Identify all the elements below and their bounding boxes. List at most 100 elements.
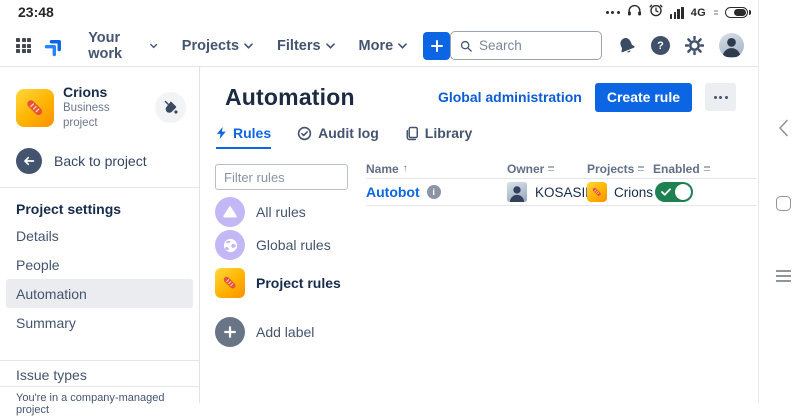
tab-library[interactable]: Library xyxy=(405,125,472,149)
nav-item-filters[interactable]: Filters xyxy=(277,38,335,54)
alarm-clock-icon xyxy=(649,3,663,22)
library-pages-icon xyxy=(406,126,418,140)
project-avatar-icon xyxy=(215,268,245,298)
rule-group-label: Add label xyxy=(256,324,315,340)
network-sub-icon xyxy=(714,10,718,15)
nav-item-projects[interactable]: Projects xyxy=(182,38,253,54)
back-arrow-icon xyxy=(16,148,42,174)
tab-rules[interactable]: Rules xyxy=(216,125,272,149)
project-name: Crions xyxy=(614,184,654,200)
nav-item-label: Projects xyxy=(181,37,240,54)
chevron-down-icon xyxy=(325,42,335,49)
app-switcher-icon[interactable] xyxy=(16,37,32,54)
help-icon[interactable]: ? xyxy=(651,36,670,55)
globe-icon xyxy=(215,230,245,260)
column-header-owner[interactable]: Owner xyxy=(507,162,587,176)
plus-icon xyxy=(430,39,443,52)
rule-link[interactable]: Autobot xyxy=(366,184,420,200)
sidebar-item-details[interactable]: Details xyxy=(0,221,199,250)
search-box[interactable] xyxy=(450,31,602,60)
rule-group-global-rules[interactable]: Global rules xyxy=(215,230,375,260)
enabled-toggle[interactable] xyxy=(655,182,693,202)
rule-group-list: All rules Global rules Project rules Add… xyxy=(215,197,375,347)
tab-bar: Rules Audit log Library xyxy=(216,125,472,149)
nav-item-your-work[interactable]: Your work xyxy=(88,30,158,62)
top-navigation-bar: Your work Projects Filters More Search ? xyxy=(0,25,758,67)
nav-right-group: ? xyxy=(450,31,744,60)
project-title-group: Crions Business project xyxy=(63,84,146,131)
info-icon[interactable]: i xyxy=(426,185,441,199)
create-rule-button[interactable]: Create rule xyxy=(594,82,692,112)
rule-group-label: All rules xyxy=(256,204,306,220)
status-bar: 23:48 4G xyxy=(0,0,806,25)
column-label: Enabled xyxy=(653,161,700,176)
nav-menus: Your work Projects Filters More xyxy=(88,30,408,62)
signal-strength-icon xyxy=(669,6,684,19)
nav-item-label: Your work xyxy=(88,29,123,62)
search-icon xyxy=(460,40,472,52)
sidebar-section-title: Project settings xyxy=(16,201,122,217)
square-icon xyxy=(775,196,791,211)
sort-icon xyxy=(703,166,710,171)
network-type-label: 4G xyxy=(690,6,706,19)
main-content: Automation Global administration Create … xyxy=(201,67,758,403)
user-avatar[interactable] xyxy=(719,33,744,58)
jira-logo-icon[interactable] xyxy=(44,35,66,57)
sidebar-item-summary[interactable]: Summary xyxy=(0,308,199,337)
more-options-button[interactable] xyxy=(705,83,736,111)
owner-cell: KOSASIH xyxy=(507,182,595,202)
lightning-icon xyxy=(216,126,226,140)
enabled-cell xyxy=(653,182,756,202)
search-input[interactable] xyxy=(478,38,592,53)
settings-gear-icon[interactable] xyxy=(685,36,704,55)
sidebar-item-people[interactable]: People xyxy=(0,250,199,279)
android-back-button[interactable] xyxy=(759,118,806,138)
notifications-bell-icon[interactable] xyxy=(617,36,636,55)
toggle-knob xyxy=(675,184,691,200)
project-type: Business project xyxy=(63,102,110,129)
sidebar-item-automation[interactable]: Automation xyxy=(6,279,193,308)
chevron-left-icon xyxy=(779,119,788,137)
add-label-button[interactable]: Add label xyxy=(215,317,375,347)
column-header-enabled[interactable]: Enabled xyxy=(653,162,756,176)
back-label: Back to project xyxy=(54,153,147,169)
check-icon xyxy=(661,188,671,196)
rule-group-label: Global rules xyxy=(256,237,331,253)
project-header: Crions Business project xyxy=(0,67,199,131)
nav-left-group: Your work Projects Filters More xyxy=(16,30,450,62)
global-administration-link[interactable]: Global administration xyxy=(438,89,582,105)
theme-button[interactable] xyxy=(155,92,186,123)
tab-audit-log[interactable]: Audit log xyxy=(297,125,379,149)
nav-item-label: Filters xyxy=(277,37,321,54)
android-navigation-bar xyxy=(758,0,806,403)
all-rules-icon xyxy=(215,197,245,227)
notification-dots-icon xyxy=(605,11,620,14)
create-button[interactable] xyxy=(423,31,450,60)
rule-group-project-rules[interactable]: Project rules xyxy=(215,268,375,298)
sidebar-item-label: People xyxy=(16,256,60,273)
nav-item-label: More xyxy=(358,37,394,54)
clock-time: 23:48 xyxy=(18,4,54,20)
android-recents-button[interactable] xyxy=(759,270,806,282)
battery-icon xyxy=(725,6,752,19)
project-sidebar: Crions Business project Back to project … xyxy=(0,67,200,416)
project-avatar-icon xyxy=(587,182,607,202)
projects-cell: Crions xyxy=(587,182,653,202)
rule-group-label: Project rules xyxy=(256,275,341,291)
status-icons: 4G xyxy=(605,0,752,25)
column-header-name[interactable]: Name ↑ xyxy=(366,162,507,176)
filter-rules-input[interactable] xyxy=(215,164,348,190)
project-avatar-icon xyxy=(16,88,54,127)
column-label: Name xyxy=(366,161,399,176)
check-circle-icon xyxy=(297,126,312,140)
rule-group-all-rules[interactable]: All rules xyxy=(215,197,375,227)
back-to-project[interactable]: Back to project xyxy=(0,148,199,174)
android-home-button[interactable] xyxy=(759,196,806,211)
owner-avatar xyxy=(507,182,527,202)
page-title: Automation xyxy=(225,83,355,110)
column-label: Owner xyxy=(507,161,545,176)
sidebar-item-issue-types[interactable]: Issue types xyxy=(0,363,199,386)
nav-item-more[interactable]: More xyxy=(359,38,408,54)
add-plus-icon xyxy=(215,317,245,347)
column-header-projects[interactable]: Projects xyxy=(587,162,653,176)
